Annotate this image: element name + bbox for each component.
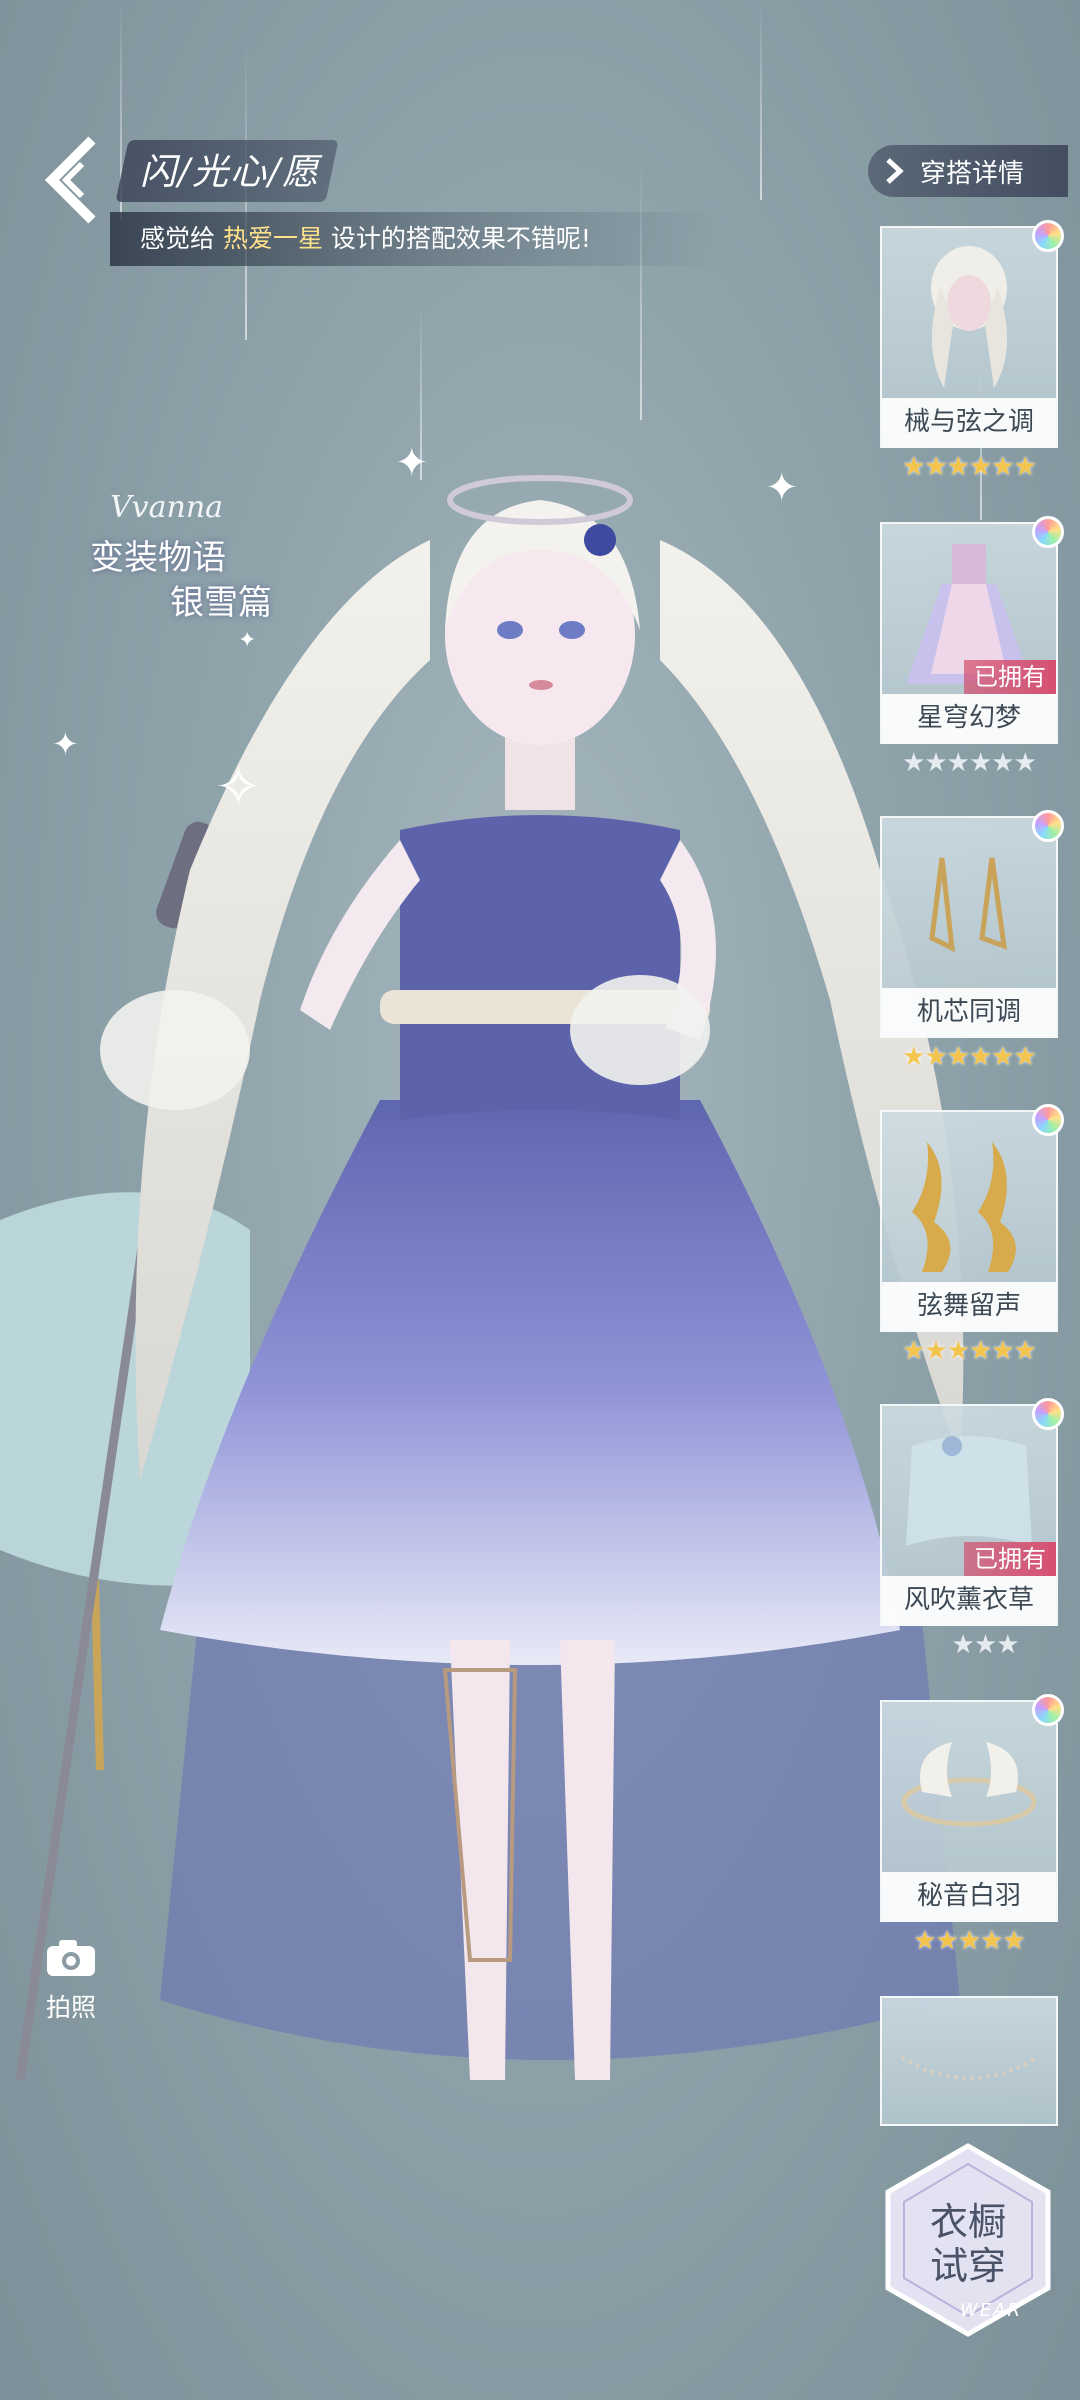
item-stars: ★★★★★★ — [902, 1336, 1037, 1366]
outfit-details-button[interactable]: 穿搭详情 — [868, 145, 1068, 197]
chevron-right-icon — [886, 158, 904, 184]
sparkle-icon: ✦ — [52, 725, 79, 763]
back-button[interactable] — [34, 130, 104, 230]
item-name: 星穹幻梦 — [882, 694, 1056, 742]
item-card-earrings[interactable]: 机芯同调 — [880, 810, 1064, 1038]
designer-name: 热爱一星 — [222, 224, 323, 253]
comment-prefix: 感觉给 — [140, 224, 223, 253]
dye-icon[interactable] — [1032, 1104, 1064, 1136]
item-stars: ★★★★★ — [913, 1926, 1026, 1956]
sparkle-icon: ✦ — [395, 440, 429, 486]
wardrobe-label-2: 试穿 — [929, 2244, 1006, 2288]
item-card-veil[interactable]: 已拥有 风吹薰衣草 — [880, 1398, 1064, 1626]
comment-suffix: 设计的搭配效果不错呢! — [322, 224, 591, 253]
wardrobe-try-on-label: 衣橱 试穿 — [898, 2200, 1038, 2288]
chevron-left-icon — [44, 136, 96, 224]
rain-streak — [640, 160, 642, 420]
gold-earrings-icon — [912, 1142, 1016, 1272]
event-logo-line2: 银雪篇 — [170, 583, 272, 623]
rain-streak — [760, 0, 762, 200]
dye-icon[interactable] — [1032, 220, 1064, 252]
photo-button[interactable]: 拍照 — [38, 1938, 104, 2024]
outfit-details-label: 穿搭详情 — [920, 158, 1025, 189]
item-card-dress[interactable]: 已拥有 星穹幻梦 — [880, 516, 1064, 744]
earrings-icon — [929, 857, 1008, 953]
dye-icon[interactable] — [1032, 1398, 1064, 1430]
camera-icon — [47, 1940, 95, 1976]
wardrobe-sub-label: WEAR — [960, 2300, 1022, 2321]
item-name: 机芯同调 — [882, 988, 1056, 1036]
wardrobe-label-1: 衣橱 — [929, 2200, 1006, 2244]
sparkle-icon: ✧ — [215, 755, 262, 820]
item-name: 弦舞留声 — [882, 1282, 1056, 1330]
hair-icon — [931, 246, 1008, 388]
item-name: 械与弦之调 — [882, 398, 1056, 446]
owned-badge: 已拥有 — [964, 1542, 1056, 1576]
wing-headpiece-icon — [901, 1742, 1037, 1827]
item-stars: ★★★★★★ — [902, 452, 1037, 482]
item-name: 风吹薰衣草 — [882, 1576, 1056, 1624]
necklace-icon — [900, 2056, 1038, 2080]
dye-icon[interactable] — [1032, 810, 1064, 842]
item-card-necklace[interactable] — [880, 1996, 1058, 2126]
item-card-hair[interactable]: 械与弦之调 — [880, 220, 1064, 448]
owned-badge: 已拥有 — [964, 660, 1056, 694]
sparkle-icon: ✦ — [765, 465, 799, 511]
item-name: 秘音白羽 — [882, 1872, 1056, 1920]
item-card-gold-earrings[interactable]: 弦舞留声 — [880, 1104, 1064, 1332]
dye-icon[interactable] — [1032, 516, 1064, 548]
photo-label: 拍照 — [45, 1993, 96, 2022]
event-logo-line1: 变装物语 — [90, 538, 226, 578]
event-logo: Vvanna 变装物语 银雪篇 — [90, 490, 290, 640]
item-stars: ★★★★★★ — [902, 1042, 1037, 1072]
designer-comment: 感觉给 热爱一星 设计的搭配效果不错呢! — [140, 212, 591, 266]
outfit-title: 闪/光心/愿 — [140, 152, 321, 193]
item-card-wing-headpiece[interactable]: 秘音白羽 — [880, 1694, 1064, 1922]
item-stars: ★★★ — [951, 1630, 1020, 1660]
item-stars: ★★★★★★ — [902, 748, 1037, 778]
dye-icon[interactable] — [1032, 1694, 1064, 1726]
event-logo-script: Vvanna — [110, 490, 224, 525]
